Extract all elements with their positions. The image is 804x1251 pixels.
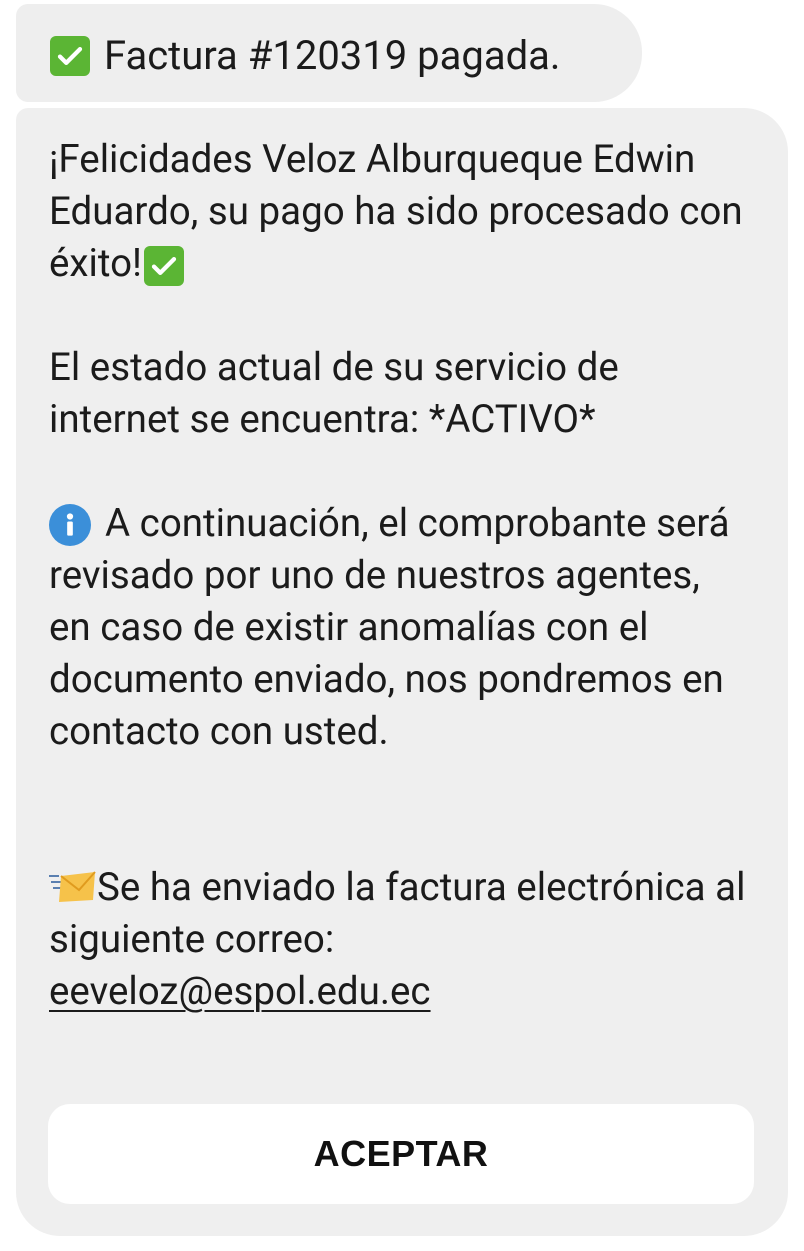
check-mark-button-icon [143, 246, 184, 286]
check-mark-button-icon [50, 36, 90, 76]
accept-button[interactable]: ACEPTAR [48, 1104, 754, 1204]
invoice-title: Factura #120319 pagada. [50, 34, 560, 78]
invoice-title-text: Factura #120319 pagada. [104, 32, 561, 79]
review-paragraph: A continuación, el comprobante será revi… [49, 501, 730, 754]
invoice-sent-paragraph: Se ha enviado la factura electrónica al … [49, 865, 746, 1014]
incoming-envelope-icon [49, 866, 97, 906]
email-link[interactable]: eeveloz@espol.edu.ec [49, 969, 431, 1014]
service-status-paragraph: El estado actual de su servicio de inter… [49, 345, 619, 442]
congrats-paragraph: ¡Felicidades Veloz Alburqueque Edwin Edu… [49, 137, 743, 286]
information-icon [49, 504, 91, 546]
